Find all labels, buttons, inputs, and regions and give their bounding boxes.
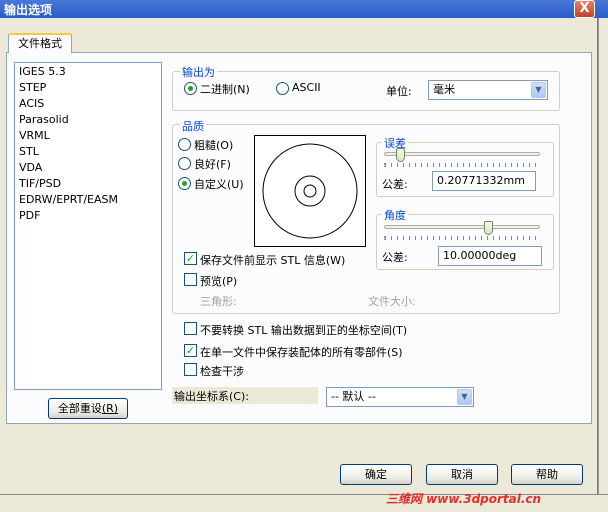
stl-preview [254,135,366,247]
preview-graphic [262,143,358,239]
interference-checkbox[interactable] [184,363,197,376]
format-item[interactable]: IGES 5.3 [19,65,66,78]
close-button[interactable]: X [574,0,595,18]
help-button[interactable]: 帮助 [511,464,583,485]
format-item[interactable]: STEP [19,81,46,94]
triangles-label: 三角形: [200,295,237,308]
ascii-radio[interactable] [276,82,289,95]
angle-ticks [384,236,540,240]
format-item[interactable]: Parasolid [19,113,69,126]
background-window-strip [598,18,608,494]
unit-value: 毫米 [433,83,455,96]
filesize-label: 文件大小: [368,295,416,308]
show-info-checkbox[interactable]: ✓ [184,252,197,265]
reset-all-label: 全部重设 [57,402,102,415]
deviation-input[interactable]: 0.20771332mm [432,171,536,191]
unit-select[interactable]: 毫米 ▼ [428,80,548,100]
coord-system-value: -- 默认 -- [331,390,376,403]
single-file-checkbox[interactable]: ✓ [184,344,197,357]
reset-all-button[interactable]: 全部重设(R) [48,398,128,419]
format-item[interactable]: PDF [19,209,40,222]
deviation-slider-track [384,152,540,156]
coord-system-label-box: 输出坐标系(C): [172,387,318,404]
deviation-ticks [384,163,540,167]
angle-slider-track [384,225,540,229]
coarse-label: 粗糙(O) [194,139,234,152]
ok-button[interactable]: 确定 [340,464,412,485]
format-item[interactable]: TIF/PSD [19,177,61,190]
window-title: 输出选项 [4,3,53,17]
title-bar: 输出选项 X [0,0,608,18]
output-as-label: 输出为 [180,64,217,80]
format-item[interactable]: EDRW/EPRT/EASM [19,193,118,206]
chevron-down-icon[interactable]: ▼ [457,389,472,405]
angle-label: 角度 [382,207,408,223]
binary-label: 二进制(N) [200,83,250,96]
custom-radio[interactable] [178,177,191,190]
format-item[interactable]: STL [19,145,39,158]
ascii-label: ASCII [292,81,321,94]
quality-label: 品质 [180,118,206,134]
fine-radio[interactable] [178,157,191,170]
fine-label: 良好(F) [194,158,231,171]
deviation-tolerance-label: 公差: [382,178,408,191]
deviation-slider[interactable] [395,148,405,162]
cancel-button[interactable]: 取消 [426,464,498,485]
binary-radio[interactable] [184,82,197,95]
format-item[interactable]: VDA [19,161,42,174]
no-transform-label: 不要转换 STL 输出数据到正的坐标空间(T) [200,324,408,337]
angle-input[interactable]: 10.00000deg [438,246,542,266]
preview-checkbox[interactable] [184,273,197,286]
watermark: 三维网 www.3dportal.cn [386,492,542,506]
coord-system-label: 输出坐标系(C): [174,390,249,403]
unit-label: 单位: [386,85,412,98]
interference-label: 检查干涉 [200,365,244,378]
custom-label: 自定义(U) [194,178,244,191]
angle-slider[interactable] [483,221,493,235]
reset-all-hotkey: (R) [101,402,119,415]
close-icon: X [579,1,590,16]
angle-tolerance-label: 公差: [382,251,408,264]
format-list[interactable]: IGES 5.3 STEP ACIS Parasolid VRML STL VDA TIF/P… [14,62,162,390]
format-item[interactable]: ACIS [19,97,44,110]
preview-label: 预览(P) [200,275,238,288]
show-info-label: 保存文件前显示 STL 信息(W) [200,254,346,267]
coord-system-select[interactable]: -- 默认 -- ▼ [326,387,474,407]
chevron-down-icon[interactable]: ▼ [531,82,546,98]
tab-file-format[interactable]: 文件格式 [8,33,72,53]
format-item[interactable]: VRML [19,129,50,142]
single-file-label: 在单一文件中保存装配体的所有零部件(S) [200,346,403,359]
coarse-radio[interactable] [178,138,191,151]
no-transform-checkbox[interactable] [184,322,197,335]
